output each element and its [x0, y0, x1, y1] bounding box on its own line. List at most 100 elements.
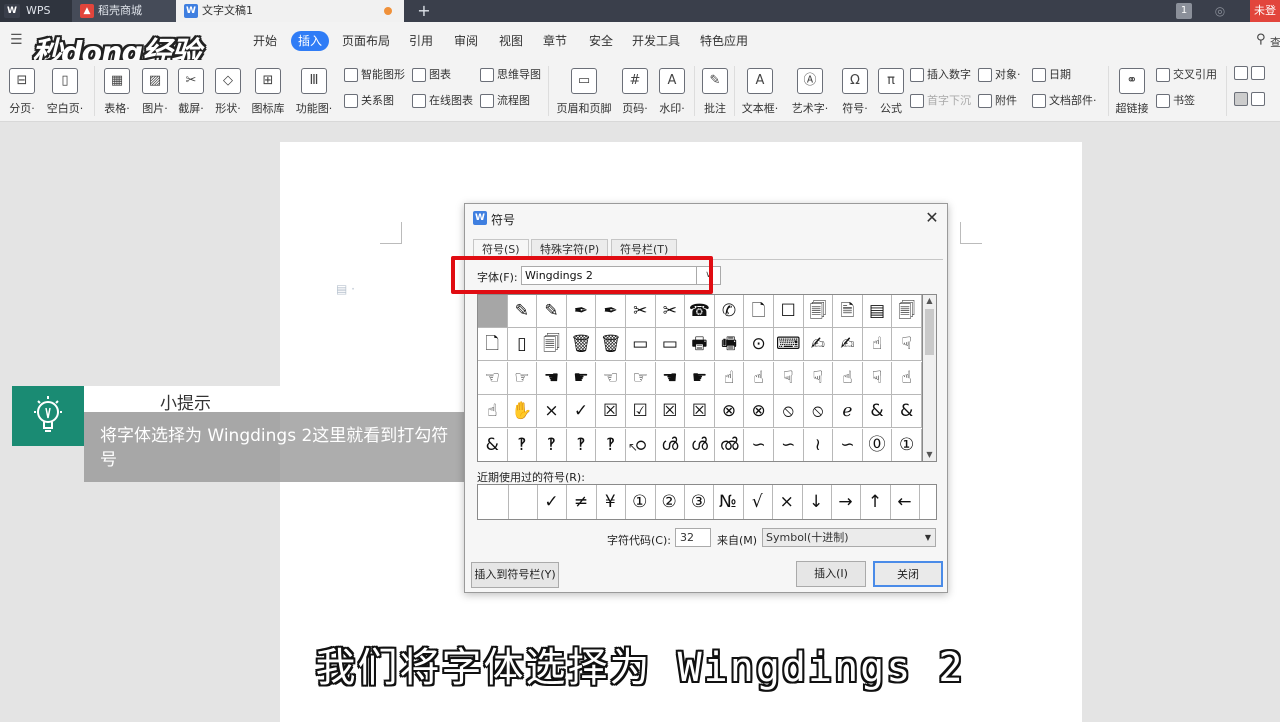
- tab-docer-store[interactable]: ▲ 稻壳商城: [72, 0, 176, 22]
- symbol-cell[interactable]: ☜: [478, 361, 508, 395]
- window-count-icon[interactable]: 1: [1176, 3, 1192, 19]
- recent-symbol-cell[interactable]: →: [831, 485, 862, 519]
- symbol-cell[interactable]: ☛: [685, 361, 715, 395]
- symbol-cell[interactable]: ☝: [833, 361, 863, 395]
- formula-button[interactable]: π 公式: [876, 68, 906, 116]
- symbol-cell[interactable]: 🗋: [478, 328, 508, 362]
- symbol-cell[interactable]: ☛: [566, 361, 597, 395]
- recent-symbol-cell[interactable]: ←: [890, 485, 921, 519]
- textbox-button[interactable]: A 文本框·: [740, 68, 780, 116]
- symbol-cell[interactable]: 🗎: [833, 295, 863, 328]
- online-chart-button[interactable]: 在线图表: [412, 92, 473, 108]
- recent-symbol-cell[interactable]: ②: [654, 485, 685, 519]
- hamburger-menu-icon[interactable]: ☰: [10, 32, 23, 48]
- symbol-cell[interactable]: ‽: [596, 428, 626, 461]
- menu-home[interactable]: 开始: [250, 31, 280, 51]
- symbol-cell[interactable]: ☒: [596, 395, 626, 429]
- symbol-cell[interactable]: &: [892, 395, 922, 429]
- symbol-cell[interactable]: ☟: [774, 361, 804, 395]
- insert-to-symbol-bar-button[interactable]: 插入到符号栏(Y): [471, 562, 559, 588]
- symbol-cell[interactable]: &: [862, 395, 893, 429]
- close-icon[interactable]: ✕: [923, 208, 941, 227]
- symbol-button[interactable]: Ω 符号·: [838, 68, 872, 116]
- flowchart-button[interactable]: 流程图: [480, 92, 530, 108]
- symbol-cell[interactable]: ×: [537, 395, 567, 429]
- symbol-cell[interactable]: 🖷: [714, 328, 745, 362]
- symbol-cell[interactable]: 🖶: [685, 328, 715, 362]
- symbol-cell[interactable]: ≀: [803, 428, 834, 461]
- table-button[interactable]: ▦ 表格·: [100, 68, 134, 116]
- object-button[interactable]: 对象·: [978, 66, 1021, 82]
- symbol-cell[interactable]: ☐: [774, 295, 804, 328]
- wordart-button[interactable]: Ⓐ 艺术字·: [788, 68, 832, 116]
- symbol-cell[interactable]: ☒: [685, 395, 715, 429]
- symbol-cell[interactable]: 🗑: [566, 328, 597, 362]
- recent-symbol-cell[interactable]: ③: [684, 485, 715, 519]
- relation-chart-button[interactable]: 关系图: [344, 92, 394, 108]
- symbol-cell[interactable]: ☞: [626, 361, 656, 395]
- symbol-grid[interactable]: ✎ ✎ ✒ ✒ ✂ ✂ ☎ ✆ 🗋 ☐ 🗐 🗎 ▤ 🗐 🗋 ▯ 🗐 🗑 🗑 ▭ ▭ 🖶 🖷 ⊙ ⌨ ✍ ✍ ☝ ☟ ☜ ☞ ☚ ☛ ☜ ☞ ☚ ☛ ☝ ☝ ☟…: [477, 294, 923, 462]
- insert-button[interactable]: 插入(I): [796, 561, 866, 587]
- menu-reference[interactable]: 引用: [406, 31, 436, 51]
- page-number-button[interactable]: # 页码·: [618, 68, 652, 116]
- ribbon-extra-button[interactable]: [1234, 92, 1268, 106]
- cross-reference-button[interactable]: 交叉引用: [1156, 66, 1217, 82]
- recent-symbol-cell[interactable]: ✓: [537, 485, 568, 519]
- dialog-titlebar[interactable]: W 符号 ✕: [465, 204, 947, 232]
- symbol-grid-scrollbar[interactable]: ▲ ▼: [923, 294, 937, 462]
- symbol-cell[interactable]: ⊗: [714, 395, 745, 429]
- menu-developer[interactable]: 开发工具: [630, 31, 682, 51]
- symbol-cell[interactable]: ✆: [714, 295, 745, 328]
- symbol-cell[interactable]: ✎: [507, 295, 538, 328]
- skin-icon[interactable]: ◎: [1212, 3, 1228, 19]
- menu-featured[interactable]: 特色应用: [698, 31, 750, 51]
- scroll-down-icon[interactable]: ▼: [923, 449, 936, 461]
- function-chart-button[interactable]: Ⅲ 功能图·: [292, 68, 336, 116]
- symbol-cell[interactable]: ✍: [833, 328, 863, 362]
- symbol-cell[interactable]: ☟: [803, 361, 834, 395]
- symbol-cell[interactable]: ☟: [862, 361, 893, 395]
- date-button[interactable]: 日期: [1032, 66, 1071, 82]
- symbol-cell[interactable]: ☟: [892, 328, 922, 362]
- recent-symbol-cell[interactable]: ¥: [596, 485, 627, 519]
- tab-document[interactable]: W 文字文稿1: [176, 0, 404, 22]
- comment-button[interactable]: ✎ 批注: [700, 68, 730, 116]
- recent-symbol-cell[interactable]: ↑: [860, 485, 891, 519]
- menu-review[interactable]: 审阅: [451, 31, 481, 51]
- menu-view[interactable]: 视图: [496, 31, 526, 51]
- login-button[interactable]: 未登: [1250, 0, 1280, 22]
- symbol-cell[interactable]: 🗐: [537, 328, 567, 362]
- insert-number-button[interactable]: 插入数字: [910, 66, 971, 82]
- symbol-cell[interactable]: ☞: [507, 361, 538, 395]
- symbol-cell[interactable]: ⊗: [744, 395, 774, 429]
- icon-library-button[interactable]: ⊞ 图标库: [248, 68, 288, 116]
- symbol-cell[interactable]: ☜: [596, 361, 626, 395]
- recent-symbol-cell[interactable]: √: [743, 485, 774, 519]
- symbol-cell[interactable]: 🗋: [744, 295, 774, 328]
- symbol-cell[interactable]: ✒: [566, 295, 597, 328]
- mind-map-button[interactable]: 思维导图: [480, 66, 541, 82]
- doc-parts-button[interactable]: 文档部件·: [1032, 92, 1097, 108]
- symbol-cell[interactable]: &: [478, 428, 508, 461]
- symbol-cell[interactable]: ✎: [537, 295, 567, 328]
- menu-chapter[interactable]: 章节: [540, 31, 570, 51]
- symbol-cell[interactable]: ✋: [507, 395, 538, 429]
- blank-page-button[interactable]: ▯ 空白页·: [43, 68, 87, 116]
- symbol-cell[interactable]: ℯ: [833, 395, 863, 429]
- recent-symbol-cell[interactable]: [507, 485, 538, 519]
- scrollbar-thumb[interactable]: [925, 309, 934, 355]
- new-tab-button[interactable]: +: [414, 0, 434, 22]
- symbol-cell[interactable]: ✂: [626, 295, 656, 328]
- symbol-cell[interactable]: ⦸: [803, 395, 834, 429]
- symbol-cell[interactable]: ‽: [537, 428, 567, 461]
- symbol-cell[interactable]: ☑: [626, 395, 656, 429]
- symbol-cell[interactable]: ‽: [507, 428, 538, 461]
- symbol-cell[interactable]: ☝: [862, 328, 893, 362]
- symbol-cell[interactable]: ⦸: [774, 395, 804, 429]
- recent-symbol-cell[interactable]: ×: [772, 485, 803, 519]
- menu-page-layout[interactable]: 页面布局: [341, 31, 391, 51]
- header-footer-button[interactable]: ▭ 页眉和页脚: [554, 68, 614, 116]
- symbol-cell[interactable]: 🗐: [803, 295, 834, 328]
- symbol-cell[interactable]: ☝: [744, 361, 774, 395]
- picture-button[interactable]: ▨ 图片·: [138, 68, 172, 116]
